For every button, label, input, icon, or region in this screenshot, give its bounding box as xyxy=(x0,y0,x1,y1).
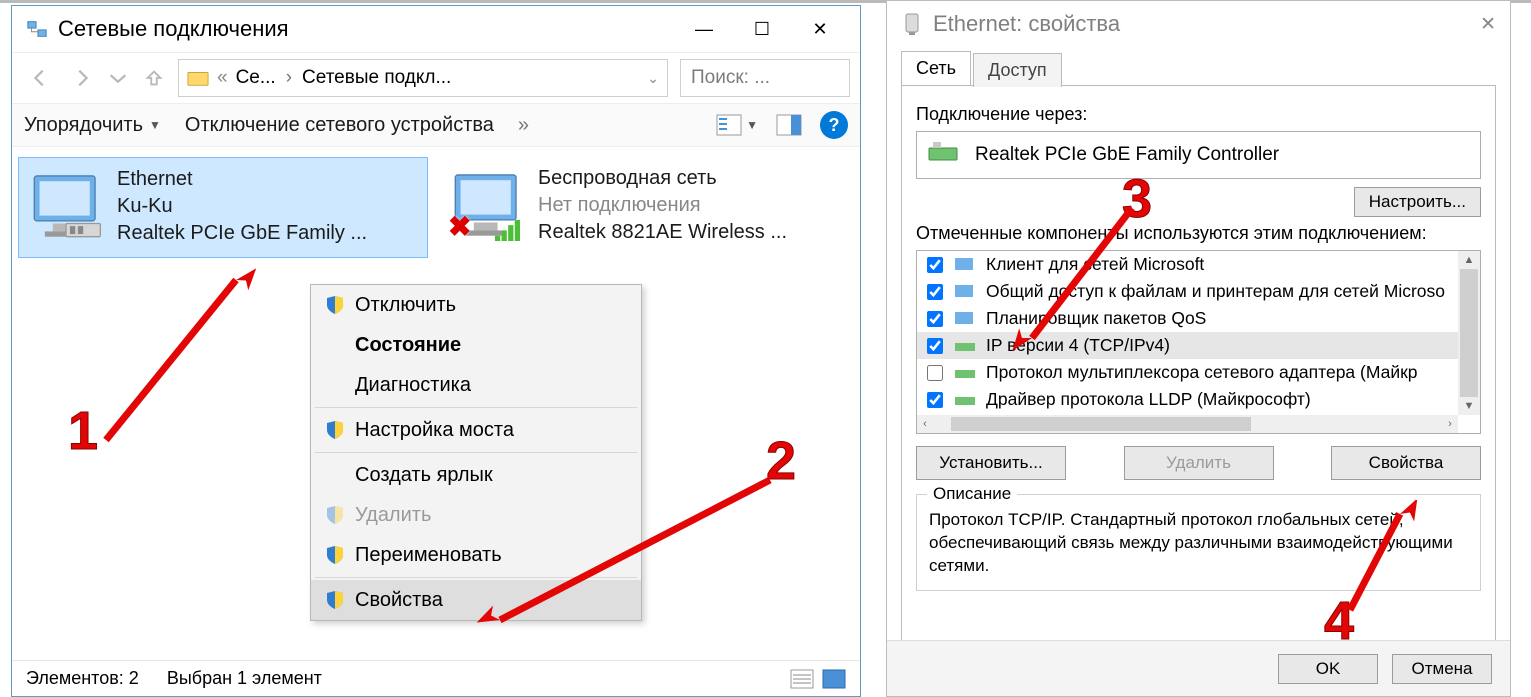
adapter-box: Realtek PCIe GbE Family Controller xyxy=(916,131,1481,179)
nav-bar: « Се... › Сетевые подкл... ⌄ Поиск: ... xyxy=(12,53,860,103)
shield-icon xyxy=(325,295,345,315)
component-icon xyxy=(954,283,978,301)
tab-panel: Подключение через: Realtek PCIe GbE Fami… xyxy=(901,85,1496,655)
menu-create-shortcut[interactable]: Создать ярлык xyxy=(311,455,641,495)
disable-device-button[interactable]: Отключение сетевого устройства xyxy=(185,114,494,137)
menu-properties[interactable]: Свойства xyxy=(311,580,641,620)
menu-rename[interactable]: Переименовать xyxy=(311,535,641,575)
shield-icon xyxy=(325,420,345,440)
tab-strip: Сеть Доступ xyxy=(901,51,1496,85)
connection-wireless[interactable]: ✖ Беспроводная сеть Нет подключения Real… xyxy=(440,157,850,258)
status-selected: Выбран 1 элемент xyxy=(167,668,322,689)
address-bar[interactable]: « Се... › Сетевые подкл... ⌄ xyxy=(178,59,668,97)
menu-disable[interactable]: Отключить xyxy=(311,285,641,325)
forward-button[interactable] xyxy=(64,60,100,96)
adapter-icon xyxy=(927,142,961,168)
component-icon xyxy=(954,256,978,274)
vertical-scrollbar[interactable]: ▲▼ xyxy=(1458,251,1480,415)
menu-bridge[interactable]: Настройка моста xyxy=(311,410,641,450)
component-item[interactable]: Клиент для сетей Microsoft xyxy=(917,251,1458,278)
tab-sharing[interactable]: Доступ xyxy=(973,53,1062,87)
ethernet-properties-dialog: Ethernet: свойства ✕ Сеть Доступ Подключ… xyxy=(886,0,1511,697)
component-item[interactable]: Протокол мультиплексора сетевого адаптер… xyxy=(917,359,1458,386)
up-button[interactable] xyxy=(136,60,172,96)
remove-button[interactable]: Удалить xyxy=(1124,446,1274,480)
properties-button[interactable]: Свойства xyxy=(1331,446,1481,480)
connection-status: Нет подключения xyxy=(538,194,787,217)
network-connections-window: Сетевые подключения ― ☐ ✕ « Се... › Сете… xyxy=(11,5,861,697)
close-button[interactable]: ✕ xyxy=(794,12,846,46)
minimize-button[interactable]: ― xyxy=(678,12,730,46)
connection-ethernet[interactable]: Ethernet Ku-Ku Realtek PCIe GbE Family .… xyxy=(18,157,428,258)
shield-icon xyxy=(325,505,345,525)
back-button[interactable] xyxy=(22,60,58,96)
components-list: Клиент для сетей Microsoft Общий доступ … xyxy=(916,250,1481,434)
component-icon xyxy=(954,364,978,382)
search-box[interactable]: Поиск: ... xyxy=(680,59,850,97)
component-item-ipv4[interactable]: IP версии 4 (TCP/IPv4) xyxy=(917,332,1458,359)
connections-area: Ethernet Ku-Ku Realtek PCIe GbE Family .… xyxy=(12,147,860,268)
overflow-button[interactable]: » xyxy=(518,114,529,137)
connection-name: Ethernet xyxy=(117,168,367,191)
details-view-icon[interactable] xyxy=(790,669,814,689)
search-placeholder: Поиск: ... xyxy=(691,67,770,89)
disconnected-x-icon: ✖ xyxy=(448,210,471,243)
tab-network[interactable]: Сеть xyxy=(901,51,971,85)
description-group: Описание Протокол TCP/IP. Стандартный пр… xyxy=(916,494,1481,591)
window-titlebar: Сетевые подключения ― ☐ ✕ xyxy=(12,6,860,52)
dialog-footer: OK Отмена xyxy=(887,640,1510,696)
status-element-count: Элементов: 2 xyxy=(26,668,139,689)
large-icons-view-icon[interactable] xyxy=(822,669,846,689)
connection-status: Ku-Ku xyxy=(117,195,367,218)
menu-delete[interactable]: Удалить xyxy=(311,495,641,535)
window-title: Сетевые подключения xyxy=(58,16,289,42)
shield-icon xyxy=(325,545,345,565)
breadcrumb-seg[interactable]: Сетевые подкл... xyxy=(302,67,451,89)
connection-adapter: Realtek 8821AE Wireless ... xyxy=(538,221,787,244)
ethernet-icon xyxy=(29,168,103,242)
component-icon xyxy=(954,310,978,328)
component-item[interactable]: Планировщик пакетов QoS xyxy=(917,305,1458,332)
description-label: Описание xyxy=(927,484,1017,504)
dialog-title: Ethernet: свойства xyxy=(933,11,1120,37)
shield-icon xyxy=(325,590,345,610)
network-icon xyxy=(26,18,48,40)
description-text: Протокол TCP/IP. Стандартный протокол гл… xyxy=(929,509,1468,578)
component-icon xyxy=(954,391,978,409)
preview-pane-icon[interactable] xyxy=(776,114,802,136)
menu-diagnose[interactable]: Диагностика xyxy=(311,365,641,405)
view-button[interactable]: ▼ xyxy=(716,114,758,136)
component-item[interactable]: Драйвер протокола LLDP (Майкрософт) xyxy=(917,386,1458,413)
wireless-icon: ✖ xyxy=(450,167,524,241)
horizontal-scrollbar[interactable]: ‹› xyxy=(917,415,1458,433)
adapter-title-icon xyxy=(901,12,923,36)
connection-name: Беспроводная сеть xyxy=(538,167,787,190)
status-bar: Элементов: 2 Выбран 1 элемент xyxy=(12,660,860,696)
install-button[interactable]: Установить... xyxy=(916,446,1066,480)
maximize-button[interactable]: ☐ xyxy=(736,12,788,46)
toolbar: Упорядочить▼ Отключение сетевого устройс… xyxy=(12,103,860,147)
component-icon xyxy=(954,337,978,355)
ok-button[interactable]: OK xyxy=(1278,654,1378,684)
component-item[interactable]: Общий доступ к файлам и принтерам для се… xyxy=(917,278,1458,305)
help-button[interactable]: ? xyxy=(820,111,848,139)
cancel-button[interactable]: Отмена xyxy=(1392,654,1492,684)
configure-button[interactable]: Настроить... xyxy=(1354,187,1481,217)
connect-via-label: Подключение через: xyxy=(916,104,1481,125)
context-menu: Отключить Состояние Диагностика Настройк… xyxy=(310,284,642,621)
folder-icon xyxy=(187,68,209,88)
adapter-name: Realtek PCIe GbE Family Controller xyxy=(975,144,1279,166)
components-label: Отмеченные компоненты используются этим … xyxy=(916,223,1481,244)
connection-adapter: Realtek PCIe GbE Family ... xyxy=(117,222,367,245)
breadcrumb-seg[interactable]: Се... xyxy=(236,67,276,89)
menu-status[interactable]: Состояние xyxy=(311,325,641,365)
organize-button[interactable]: Упорядочить▼ xyxy=(24,114,161,137)
dialog-titlebar: Ethernet: свойства ✕ xyxy=(887,1,1510,47)
dialog-close-button[interactable]: ✕ xyxy=(1480,13,1496,36)
recent-locations-button[interactable] xyxy=(106,60,130,96)
